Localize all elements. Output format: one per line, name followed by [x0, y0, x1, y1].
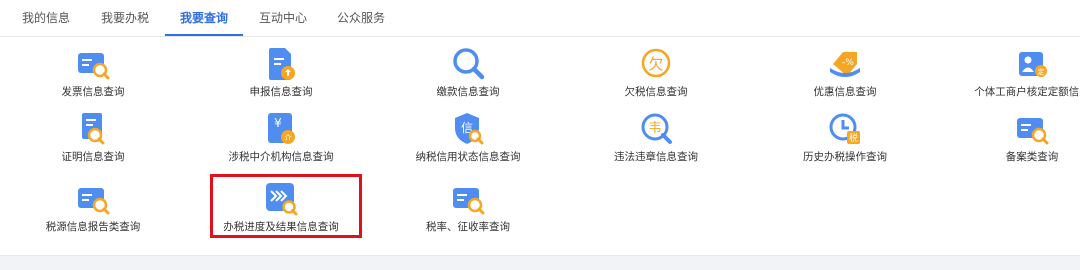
item-label: 欠税信息查询 [624, 86, 688, 98]
query-panel: 我的信息 我要办税 我要查询 互动中心 公众服务 发票信息查询 申报信息查询 缴… [0, 0, 1080, 256]
invoice-search-icon [75, 46, 111, 82]
discount-tag-icon: -% [827, 46, 863, 82]
item-label: 发票信息查询 [61, 86, 125, 98]
declaration-info-query[interactable]: 申报信息查询 [181, 46, 381, 106]
tax-source-report-query[interactable]: 税源信息报告类查询 [0, 181, 193, 241]
tax-rate-search-icon [450, 181, 486, 217]
svg-text:介: 介 [285, 134, 292, 142]
tax-agency-info-query[interactable]: ¥ 介 涉税中介机构信息查询 [181, 111, 381, 171]
filing-query[interactable]: 备案类查询 [932, 111, 1080, 171]
svg-text:欠: 欠 [648, 55, 663, 73]
item-label: 缴款信息查询 [436, 86, 500, 98]
active-tab-indicator [165, 34, 243, 36]
agency-icon: ¥ 介 [263, 111, 299, 147]
svg-text:¥: ¥ [274, 116, 282, 130]
item-label: 历史办税操作查询 [803, 151, 887, 163]
fixed-quota-info-query[interactable]: 定 个体工商户核定定额信息 [932, 46, 1080, 106]
tab-interaction-center[interactable]: 互动中心 [247, 0, 319, 36]
tax-source-search-icon [75, 181, 111, 217]
fixed-quota-icon: 定 [1014, 46, 1050, 82]
item-label: 申报信息查询 [249, 86, 313, 98]
svg-text:税: 税 [849, 132, 858, 144]
magnifier-icon [450, 46, 486, 82]
certificate-info-query[interactable]: 证明信息查询 [0, 111, 193, 171]
tax-owed-icon: 欠 [638, 46, 674, 82]
item-label: 备案类查询 [1005, 151, 1059, 163]
tab-do-tax[interactable]: 我要办税 [89, 0, 161, 36]
history-operation-query[interactable]: 税 历史办税操作查询 [745, 111, 945, 171]
invoice-info-query[interactable]: 发票信息查询 [0, 46, 193, 106]
payment-info-query[interactable]: 缴款信息查询 [368, 46, 568, 106]
tab-query[interactable]: 我要查询 [165, 0, 243, 36]
item-label: 证明信息查询 [61, 151, 125, 163]
tab-my-info[interactable]: 我的信息 [10, 0, 82, 36]
item-label: 纳税信用状态信息查询 [415, 151, 521, 163]
item-label: 涉税中介机构信息查询 [228, 151, 334, 163]
tax-owed-info-query[interactable]: 欠 欠税信息查询 [556, 46, 756, 106]
item-label: 税源信息报告类查询 [45, 221, 141, 233]
credit-shield-icon: 信 [450, 111, 486, 147]
tab-bar: 我的信息 我要办税 我要查询 互动中心 公众服务 [0, 0, 1080, 37]
history-clock-icon: 税 [827, 111, 863, 147]
credit-status-info-query[interactable]: 信 纳税信用状态信息查询 [368, 111, 568, 171]
discount-info-query[interactable]: -% 优惠信息查询 [745, 46, 945, 106]
svg-text:定: 定 [1038, 67, 1045, 76]
declaration-upload-icon [263, 46, 299, 82]
item-label: 个体工商户核定定额信息 [974, 86, 1080, 98]
svg-text:-%: -% [842, 58, 854, 68]
filing-search-icon [1014, 111, 1050, 147]
highlight-annotation-box [210, 174, 362, 238]
item-label: 违法违章信息查询 [614, 151, 698, 163]
violation-info-query[interactable]: 韦 违法违章信息查询 [556, 111, 756, 171]
item-label: 税率、征收率查询 [426, 221, 510, 233]
tax-rate-query[interactable]: 税率、征收率查询 [368, 181, 568, 241]
violation-search-icon: 韦 [638, 111, 674, 147]
svg-text:韦: 韦 [648, 121, 661, 136]
item-label: 优惠信息查询 [813, 86, 877, 98]
tab-public-service[interactable]: 公众服务 [325, 0, 397, 36]
certificate-search-icon [75, 111, 111, 147]
